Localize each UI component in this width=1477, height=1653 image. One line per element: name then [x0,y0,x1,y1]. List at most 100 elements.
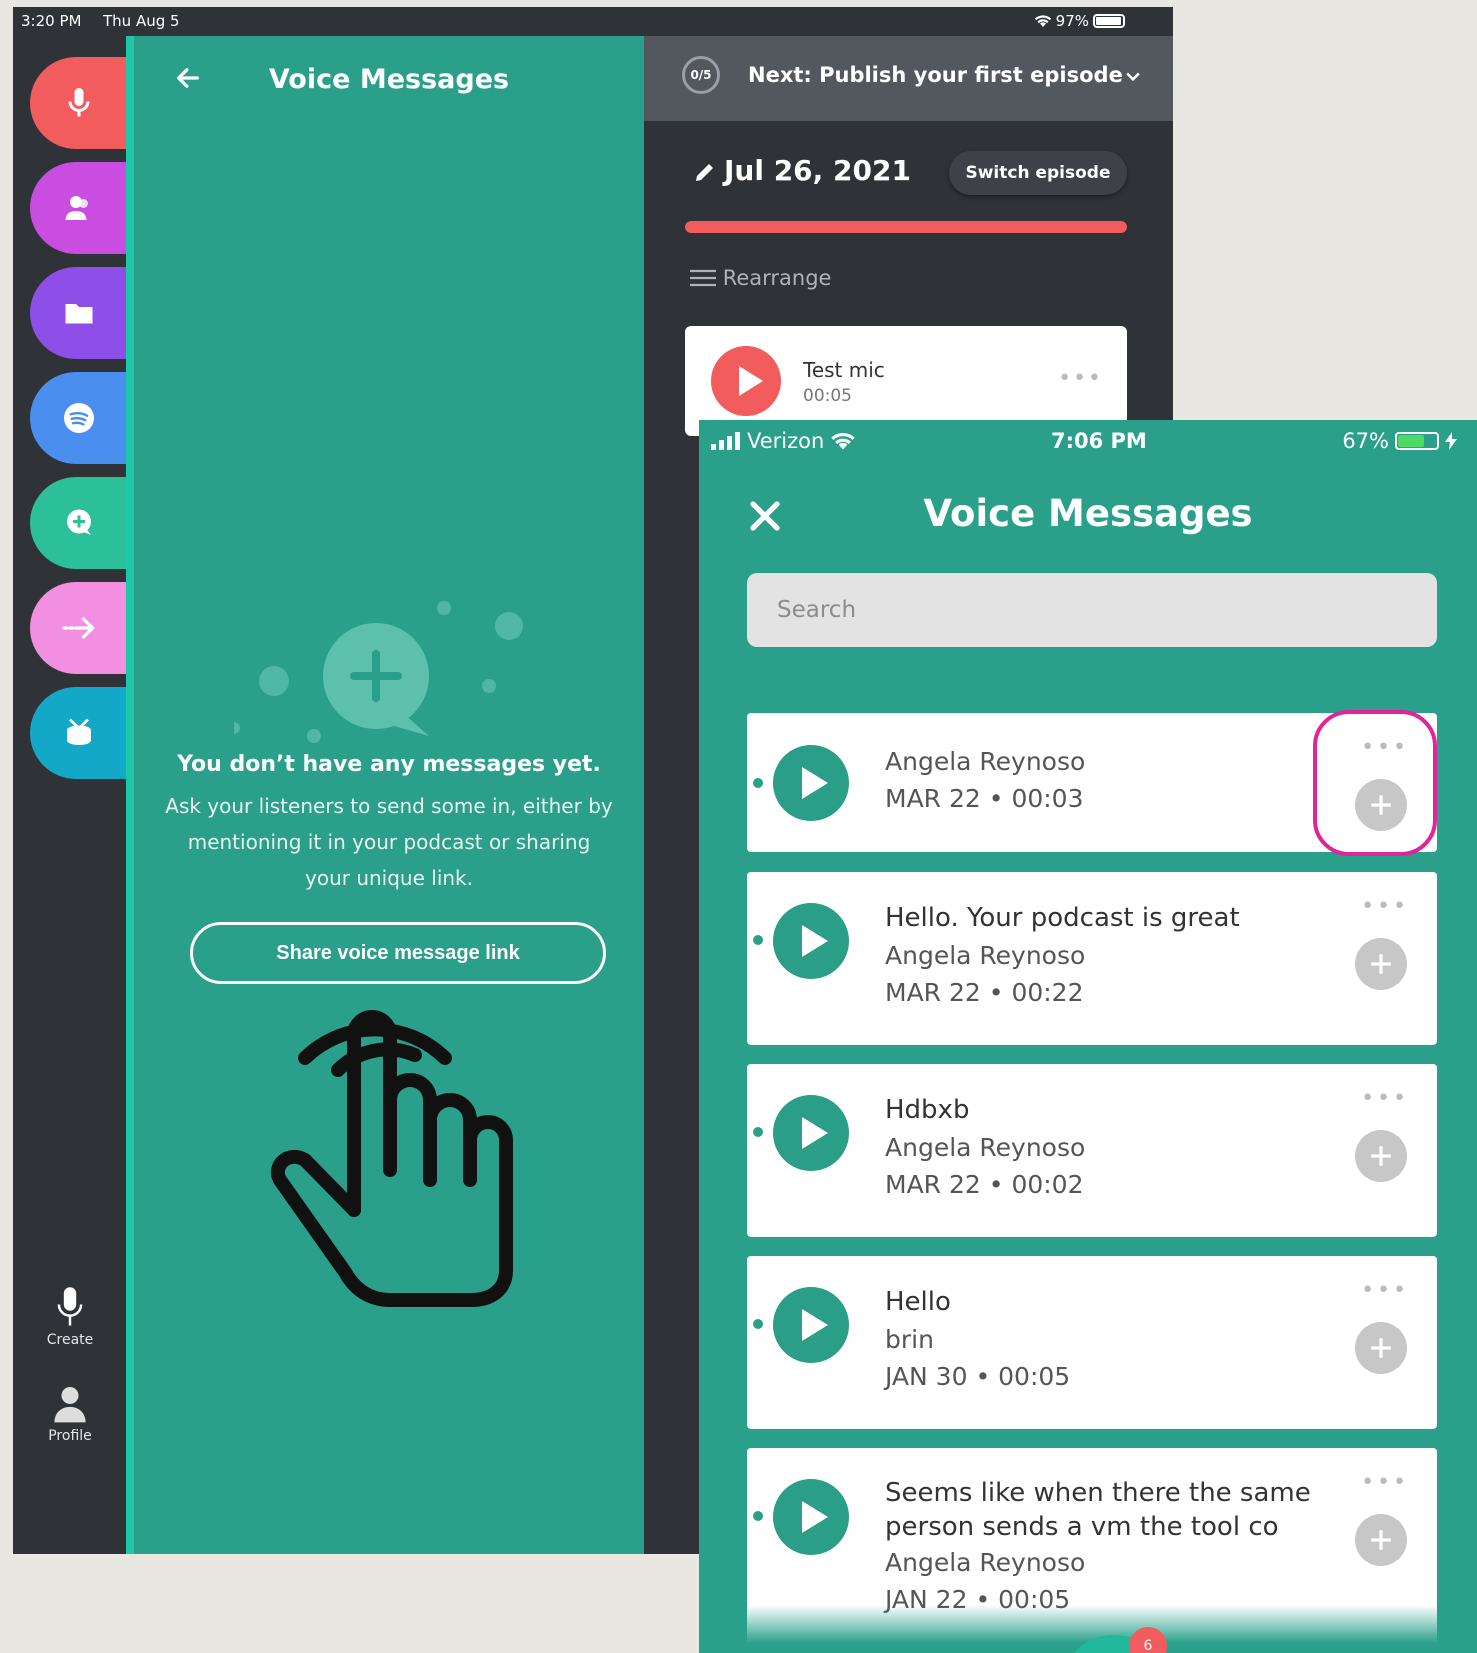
rearrange-button[interactable]: Rearrange [690,266,831,290]
switch-episode-button[interactable]: Switch episode [949,151,1127,195]
highlight-circle [1313,710,1437,856]
message-meta: MAR 22 • 00:02 [885,1170,1084,1199]
rail-record-button[interactable] [30,57,127,149]
message-author: Angela Reynoso [885,1548,1086,1577]
signal-icon [711,432,740,450]
spotify-icon [63,403,94,433]
charging-bolt-icon [1445,432,1457,450]
plus-icon [1371,1338,1391,1358]
message-card[interactable]: Hello. Your podcast is great Angela Reyn… [747,872,1437,1045]
message-text: Hello. Your podcast is great Angela Reyn… [885,900,1240,1011]
message-text: Angela Reynoso MAR 22 • 00:03 [885,743,1085,817]
message-title: Hdbxb [885,1095,970,1125]
empty-state-body: Ask your listeners to send some in, eith… [165,794,613,890]
carrier-name: Verizon [747,429,825,453]
unread-dot [753,1511,763,1521]
rail-library-button[interactable] [30,267,127,359]
message-meta: JAN 30 • 00:05 [885,1362,1071,1391]
add-to-episode-button[interactable] [1355,1322,1407,1374]
more-options-icon[interactable]: ••• [1361,1086,1409,1111]
microphone-icon [68,88,89,117]
unread-dot [753,778,763,788]
segment-play-button[interactable] [711,346,781,416]
message-play-button[interactable] [773,745,849,821]
checklist-bar[interactable]: 0/5 Next: Publish your first episode [644,36,1173,121]
rail-voice-messages-button[interactable] [30,477,127,569]
message-title: Hello. Your podcast is great [885,903,1240,933]
add-to-episode-button[interactable] [1355,1514,1407,1566]
empty-state-illustration [234,601,523,743]
message-meta: MAR 22 • 00:22 [885,978,1084,1007]
play-icon [802,1309,828,1341]
play-icon [802,925,828,957]
battery-percent: 97% [1055,12,1089,30]
more-options-icon[interactable]: ••• [1361,1470,1409,1495]
unread-dot [753,935,763,945]
tap-gesture-icon [271,1010,513,1307]
more-options-icon[interactable]: ••• [1361,894,1409,919]
phone-status-bar: Verizon 7:06 PM 67% [699,420,1477,460]
message-play-button[interactable] [773,903,849,979]
voice-message-icon [66,509,91,535]
more-options-icon[interactable]: ••• [1361,1278,1409,1303]
phone-screenshot: Verizon 7:06 PM 67% Voice Messages Searc… [699,420,1477,1653]
message-author: brin [885,1325,934,1354]
message-title: Hello [885,1287,951,1317]
phone-page-title: Voice Messages [923,492,1253,535]
search-input[interactable]: Search [747,573,1437,647]
episode-date[interactable]: Jul 26, 2021 [724,154,911,187]
plus-icon [1371,1530,1391,1550]
message-meta: MAR 22 • 00:03 [885,784,1084,813]
message-author: Angela Reynoso [885,747,1086,776]
play-icon [739,366,763,396]
empty-state-heading: You don’t have any messages yet. [177,752,601,777]
panel-title: Voice Messages [268,64,510,95]
play-icon [802,1117,828,1149]
more-options-icon[interactable]: ••• [1058,366,1103,391]
next-step-label: Next: Publish your first episode [748,63,1123,87]
episode-progress-bar [685,221,1127,233]
message-text: Hdbxb Angela Reynoso MAR 22 • 00:02 [885,1092,1085,1203]
phone-time: 7:06 PM [1051,429,1147,453]
drum-icon [66,718,91,745]
microphone-icon [57,1287,83,1326]
battery-percent: 67% [1342,429,1389,453]
checklist-progress-badge: 0/5 [682,56,720,94]
message-author: Angela Reynoso [885,941,1086,970]
profile-label: Profile [48,1428,92,1444]
message-play-button[interactable] [773,1287,849,1363]
status-time: 3:20 PM [21,12,82,30]
play-icon [802,1501,828,1533]
profile-nav-item[interactable]: Profile [13,1384,127,1444]
message-title: Seems like when there the same person se… [885,1478,1311,1542]
message-text: Seems like when there the same person se… [885,1476,1325,1618]
plus-icon [1371,1146,1391,1166]
pencil-icon[interactable] [693,160,717,184]
rail-music-button[interactable] [30,687,127,779]
voice-messages-panel: Voice Messages You don’t have any messag… [126,36,644,1554]
play-icon [802,767,828,799]
message-play-button[interactable] [773,1095,849,1171]
message-card[interactable]: Hdbxb Angela Reynoso MAR 22 • 00:02 ••• [747,1064,1437,1237]
carrier: Verizon [711,429,856,453]
segment-name: Test mic [803,358,885,382]
create-nav-item[interactable]: Create [13,1286,127,1348]
hamburger-icon [690,269,716,287]
phone-battery: 67% [1342,429,1457,453]
sidebar-rail: Create Profile [13,36,127,1554]
message-author: Angela Reynoso [885,1133,1086,1162]
chevron-down-icon[interactable] [1123,66,1143,86]
rail-spotify-button[interactable] [30,372,127,464]
status-date: Thu Aug 5 [103,12,180,30]
profile-icon [54,1387,86,1423]
add-to-episode-button[interactable] [1355,1130,1407,1182]
rail-transitions-button[interactable] [30,582,127,674]
rail-cohosts-button[interactable] [30,162,127,254]
wifi-icon [831,432,856,450]
add-to-episode-button[interactable] [1355,938,1407,990]
message-play-button[interactable] [773,1479,849,1555]
wifi-icon [1034,15,1051,27]
rearrange-label: Rearrange [722,266,832,290]
message-text: Hello brin JAN 30 • 00:05 [885,1284,1070,1395]
message-card[interactable]: Hello brin JAN 30 • 00:05 ••• [747,1256,1437,1429]
